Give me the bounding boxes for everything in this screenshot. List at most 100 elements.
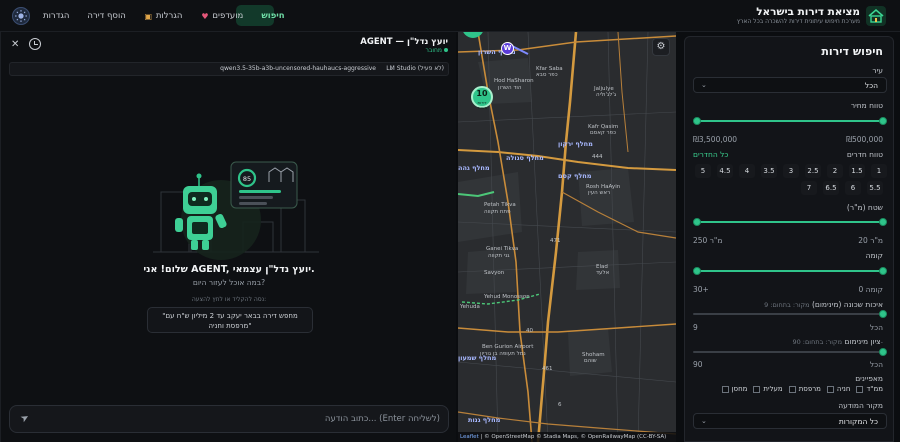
room-chip[interactable]: 5 (695, 164, 711, 178)
nav-tab-label: הגרלות (155, 11, 183, 21)
leaflet-link[interactable]: Leaflet (460, 434, 479, 440)
area-slider[interactable] (693, 217, 887, 227)
feature-parking[interactable]: חניה (826, 385, 851, 393)
map-w-marker[interactable]: W (501, 42, 514, 55)
room-chip[interactable]: 2.5 (805, 164, 821, 178)
price-max-handle[interactable] (693, 117, 701, 125)
checkbox[interactable] (753, 385, 761, 393)
feature-balcony[interactable]: מרפסת (788, 385, 821, 393)
nav-tab-add-apartment[interactable]: הוסף דירה (80, 5, 132, 27)
all-rooms-link[interactable]: כל החדרים (693, 150, 728, 159)
quality-slider[interactable] (693, 309, 887, 319)
rooms-chips-row-2: 5.5 6 6.5 7 (763, 181, 883, 195)
nav-tab-settings[interactable]: הגדרות (36, 5, 76, 27)
room-chip[interactable]: 1 (871, 164, 887, 178)
room-chip[interactable]: 6.5 (823, 181, 839, 195)
feature-label: חניה (836, 385, 851, 393)
room-chip[interactable]: 3.5 (761, 164, 777, 178)
map-place-label: Yehud Monosson (484, 294, 530, 300)
floor-min-handle[interactable] (879, 267, 887, 275)
robot-illustration: 85 (153, 161, 319, 260)
source-select[interactable]: כל המקורות ⌄ (693, 413, 887, 429)
heart-icon: ♥ (201, 11, 209, 21)
room-chip[interactable]: 7 (801, 181, 817, 195)
quality-hint: מקור: בתחום: 9 (764, 301, 810, 309)
area-min-handle[interactable] (879, 218, 887, 226)
room-chip[interactable]: 4.5 (717, 164, 733, 178)
map-interchange-label: מחלף שמעון (458, 354, 497, 362)
room-chip[interactable]: 3 (783, 164, 799, 178)
provider-select[interactable]: LM Studio (לא פעיל) (386, 65, 444, 72)
chevron-down-icon: ⌄ (701, 81, 707, 89)
city-select[interactable]: הכל ⌄ (693, 77, 887, 93)
score-current-value: 90 (693, 360, 703, 369)
feature-label: מחסן (731, 385, 748, 393)
send-icon[interactable]: ➤ (19, 412, 32, 426)
message-input[interactable]: כתוב הודעה... (Enter לשליחה) (325, 414, 440, 424)
nav-tab-lotteries[interactable]: ▣ הגרלות (137, 5, 190, 27)
score-label-text: ציון מינימום (844, 337, 881, 346)
nav-tab-favorites[interactable]: ♥ מועדפים (193, 5, 250, 27)
search-panel: חיפוש דירות עיר הכל ⌄ טווח מחיר ₪500,000… (684, 36, 894, 442)
road-number: 6 (558, 402, 562, 408)
message-composer: כתוב הודעה... (Enter לשליחה) ➤ (9, 405, 449, 433)
agent-status-text: מחובר (425, 47, 443, 54)
feature-elevator[interactable]: מעלית (753, 385, 783, 393)
agent-greeting: שלום! אני AGENT, יועץ נדל"ן עצמאי. (143, 264, 315, 275)
floor-max-value: 30+ (693, 285, 709, 294)
map-interchange-label: מחלף סגולה (506, 154, 544, 162)
map-place-label: גני תקווה (488, 253, 510, 259)
room-chip[interactable]: 4 (739, 164, 755, 178)
floor-slider[interactable] (693, 266, 887, 276)
room-chip[interactable]: 5.5 (867, 181, 883, 195)
city-label: עיר (872, 66, 883, 75)
suggestion-hint: נסה להקליד או לחץ להצעה: (191, 296, 267, 303)
nav-tab-search[interactable]: חיפוש (254, 5, 291, 27)
area-max-value: 250 מ"ר (693, 236, 723, 245)
checkbox[interactable] (856, 385, 864, 393)
score-all-value: הכל (869, 360, 883, 369)
feature-storage[interactable]: מחסן (721, 385, 748, 393)
road-number: 461 (542, 366, 553, 372)
slider-track (693, 351, 887, 353)
quality-label-text: איכות שכונה (מינימום) (811, 300, 883, 309)
brand[interactable]: מציאת דירות בישראל מערכת חיפוש עיתונית ד… (736, 6, 886, 28)
model-select[interactable]: qwen3.5-35b-a3b-uncensored-hauhaucs-aggr… (220, 65, 376, 72)
room-chip[interactable]: 2 (827, 164, 843, 178)
room-chip[interactable]: 1.5 (849, 164, 865, 178)
score-handle[interactable] (879, 348, 887, 356)
checkbox[interactable] (788, 385, 796, 393)
map-place-label: פתח תקווה (484, 209, 511, 215)
map-place-label: הוד השרון (498, 85, 522, 91)
checkbox[interactable] (826, 385, 834, 393)
area-max-handle[interactable] (693, 218, 701, 226)
checkbox[interactable] (721, 385, 729, 393)
slider-fill (695, 120, 885, 122)
source-select-value: כל המקורות (838, 417, 878, 426)
history-icon[interactable] (29, 38, 41, 50)
feature-safe-room[interactable]: ממ"ד (856, 385, 883, 393)
model-selector[interactable]: LM Studio (לא פעיל) ⌄ qwen3.5-35b-a3b-un… (9, 62, 449, 76)
map-place-label: Ganei Tikva (486, 246, 519, 252)
map-place-label: כפר סבא (536, 72, 558, 78)
theme-toggle-button[interactable] (12, 7, 30, 25)
road-number: 444 (592, 154, 603, 160)
gear-icon[interactable]: ⚙ (652, 38, 670, 56)
floor-max-handle[interactable] (693, 267, 701, 275)
area-label: שטח (מ"ר) (846, 203, 883, 212)
price-max-value: ₪3,500,000 (693, 135, 738, 144)
map-place-label: ראש העין (588, 190, 611, 196)
map-place-label: ג'לג'וליה (596, 92, 617, 98)
price-slider[interactable] (693, 116, 887, 126)
robot-score: 85 (243, 175, 251, 183)
map-interchange-label: מחלף קסם (558, 172, 592, 180)
map-view[interactable]: Kfar Saba כפר סבא Hod HaSharon הוד השרון… (458, 32, 676, 442)
agent-title: AGENT — יועץ נדל"ן (360, 37, 448, 47)
suggestion-chip[interactable]: "מחפש דירה בבאר יעקב עד 2 מיליון ש"ח עם … (147, 307, 313, 333)
close-icon[interactable]: ✕ (11, 39, 19, 50)
map-cluster-marker[interactable]: 10 דירות באזור (471, 86, 493, 110)
room-chip[interactable]: 6 (845, 181, 861, 195)
quality-handle[interactable] (879, 310, 887, 318)
price-min-handle[interactable] (879, 117, 887, 125)
score-slider[interactable] (693, 347, 887, 357)
